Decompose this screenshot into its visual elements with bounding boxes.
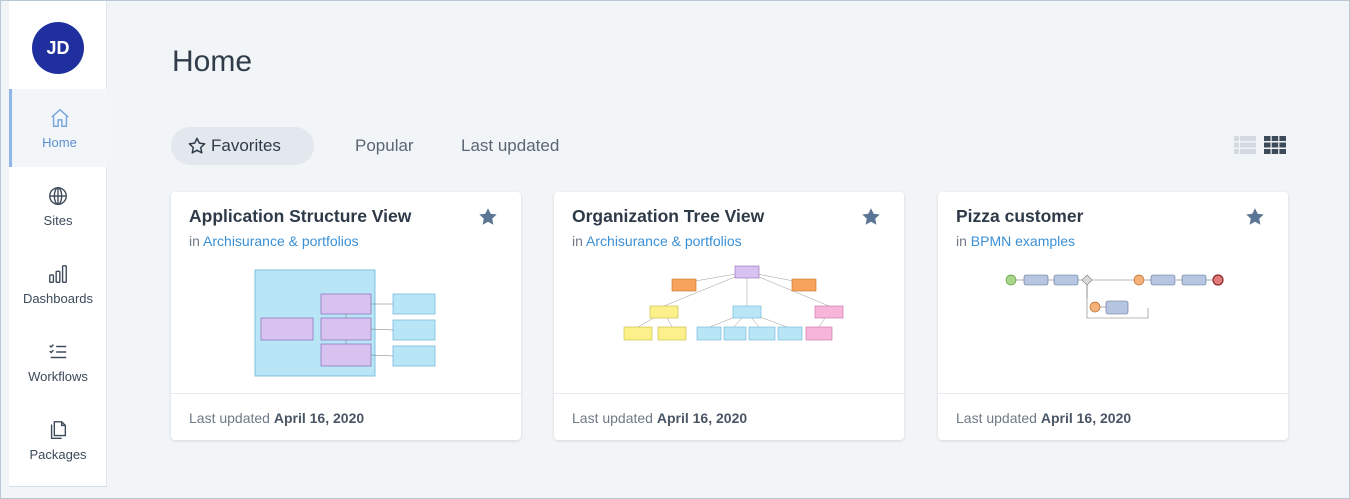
tab-label: Favorites: [211, 136, 281, 155]
card-location: in Archisurance & portfolios: [572, 233, 742, 249]
sidebar-item-sites[interactable]: Sites: [9, 167, 107, 245]
star-icon[interactable]: [1244, 206, 1266, 228]
card-updated: Last updated April 16, 2020: [572, 410, 747, 426]
divider: [9, 486, 107, 487]
updated-date: April 16, 2020: [656, 410, 748, 426]
card-title[interactable]: Application Structure View: [189, 206, 411, 227]
location-link[interactable]: Archisurance & portfolios: [586, 233, 742, 249]
updated-prefix: Last updated: [956, 410, 1037, 426]
sidebar-item-packages[interactable]: Packages: [9, 401, 107, 479]
card-location: in BPMN examples: [956, 233, 1075, 249]
avatar[interactable]: JD: [32, 22, 84, 74]
list-view-icon: [1234, 136, 1256, 154]
card-title[interactable]: Organization Tree View: [572, 206, 764, 227]
document-icon: [50, 420, 67, 439]
in-prefix: in: [189, 233, 200, 249]
sidebar-item-home[interactable]: Home: [9, 89, 107, 167]
star-icon[interactable]: [477, 206, 499, 228]
list-view-button[interactable]: [1234, 135, 1256, 155]
location-link[interactable]: Archisurance & portfolios: [203, 233, 359, 249]
grid-view-button[interactable]: [1264, 135, 1286, 155]
bar-chart-icon: [49, 264, 67, 283]
tab-favorites[interactable]: Favorites: [171, 127, 314, 165]
sidebar-item-dashboards[interactable]: Dashboards: [9, 245, 107, 323]
view-card[interactable]: Application Structure View in Archisuran…: [171, 192, 521, 440]
card-updated: Last updated April 16, 2020: [189, 410, 364, 426]
home-icon: [50, 108, 69, 127]
tab-popular[interactable]: Popular: [355, 127, 414, 165]
star-outline-icon: [188, 137, 206, 154]
diagram-thumbnail: [623, 265, 844, 341]
star-icon[interactable]: [860, 206, 882, 228]
view-card[interactable]: Pizza customer in BPMN examples Last upd…: [938, 192, 1288, 440]
divider: [554, 393, 904, 394]
sidebar-item-label: Sites: [43, 212, 73, 228]
page-title: Home: [172, 45, 253, 78]
tab-last-updated[interactable]: Last updated: [461, 127, 559, 165]
sidebar-item-label: Packages: [29, 446, 87, 462]
sidebar-item-workflows[interactable]: Workflows: [9, 323, 107, 401]
checklist-icon: [49, 343, 67, 358]
view-card[interactable]: Organization Tree View in Archisurance &…: [554, 192, 904, 440]
location-link[interactable]: BPMN examples: [971, 233, 1075, 249]
updated-prefix: Last updated: [189, 410, 270, 426]
card-location: in Archisurance & portfolios: [189, 233, 359, 249]
updated-date: April 16, 2020: [1040, 410, 1132, 426]
card-updated: Last updated April 16, 2020: [956, 410, 1131, 426]
grid-view-icon: [1264, 136, 1286, 154]
sidebar-item-label: Home: [42, 134, 77, 150]
updated-date: April 16, 2020: [273, 410, 365, 426]
globe-icon: [49, 186, 67, 205]
in-prefix: in: [956, 233, 967, 249]
sidebar-item-label: Dashboards: [22, 290, 94, 306]
divider: [171, 393, 521, 394]
diagram-thumbnail: [254, 269, 436, 377]
in-prefix: in: [572, 233, 583, 249]
card-title[interactable]: Pizza customer: [956, 206, 1083, 227]
diagram-thumbnail: [1005, 274, 1224, 319]
divider: [938, 393, 1288, 394]
sidebar: JD Home Sites Dashboards Workflows Packa…: [9, 1, 107, 487]
updated-prefix: Last updated: [572, 410, 653, 426]
sidebar-item-label: Workflows: [28, 368, 88, 384]
